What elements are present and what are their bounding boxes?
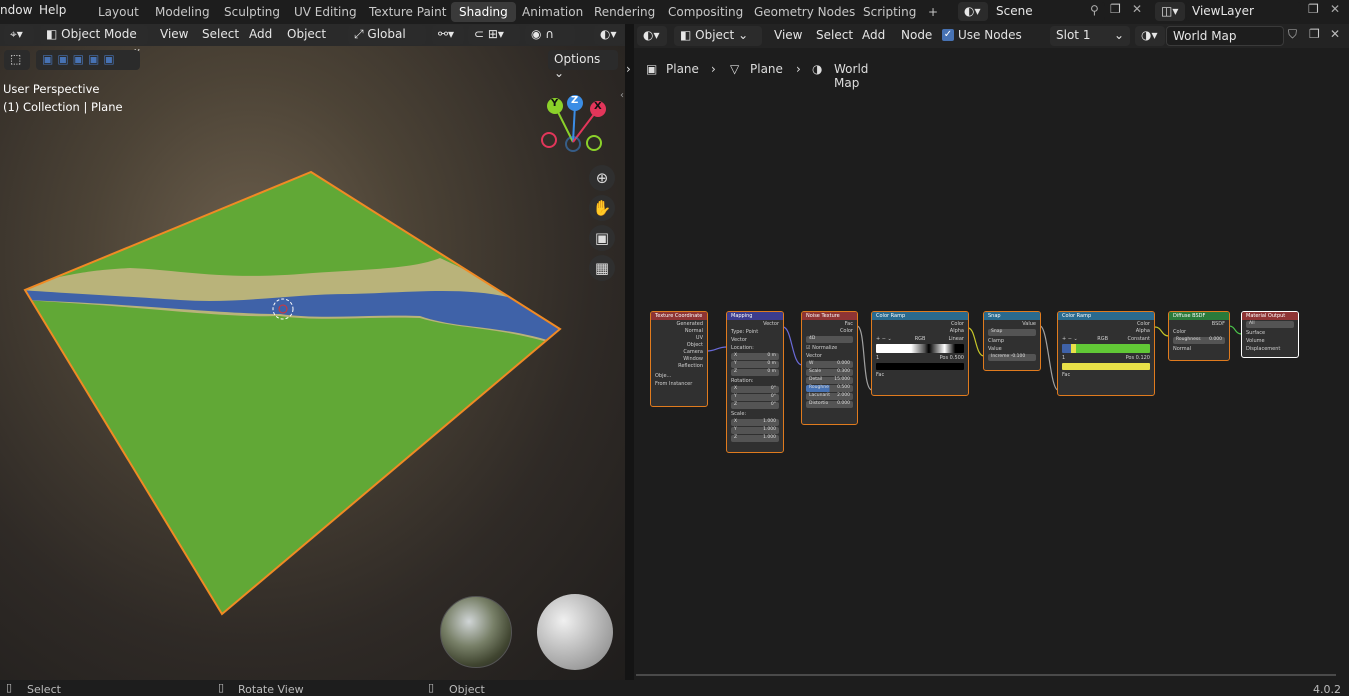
status-rotate-view: Rotate View [238, 683, 304, 696]
input-vector: Vector [806, 353, 822, 359]
input-surface: Surface [1246, 330, 1266, 336]
input-normal: Normal [1173, 346, 1192, 352]
input-scale[interactable]: Scale 0.300 [806, 369, 853, 376]
ramp-stop-row[interactable]: 1 Pos 0.500 [872, 354, 968, 362]
input-vector: Vector [731, 337, 747, 343]
stop-color-swatch[interactable] [876, 363, 964, 370]
node-texture-coordinate[interactable]: Texture Coordinate Generated Normal UV O… [650, 311, 708, 407]
stop-color-swatch[interactable] [1062, 363, 1150, 370]
ramp-controls[interactable]: + − ⌄ RGB Linear [872, 335, 968, 343]
input-color: Color [1173, 329, 1187, 335]
node-diffuse-bsdf[interactable]: Diffuse BSDF BSDF Color Roughness 0.000 N… [1168, 311, 1230, 361]
rotation-y[interactable]: Y 0° [731, 394, 779, 401]
input-detail[interactable]: Detail 15.000 [806, 377, 853, 384]
ramp-controls[interactable]: + − ⌄ RGB Constant [1058, 335, 1154, 343]
node-color-ramp-2[interactable]: Color Ramp Color Alpha + − ⌄ RGB Constan… [1057, 311, 1155, 396]
location-z[interactable]: Z0 m [731, 369, 779, 376]
output-value: Value [1022, 321, 1036, 327]
pos-label: Pos [1125, 355, 1135, 361]
input-roughness[interactable]: Roughness 0.000 [1173, 337, 1225, 344]
output-reflection: Reflection [678, 363, 703, 369]
mouse-left-icon: ▯ [6, 681, 13, 694]
target-dropdown[interactable]: All [1246, 321, 1294, 328]
mouse-right-icon: ▯ [428, 681, 435, 694]
input-displacement: Displacement [1246, 346, 1281, 352]
stop-index[interactable]: 1 [876, 355, 879, 361]
pos-label: Pos [939, 355, 949, 361]
node-title[interactable]: Diffuse BSDF [1169, 312, 1229, 320]
input-roughness[interactable]: Roughne 0.500 [806, 385, 853, 392]
from-instancer-checkbox[interactable]: From Instancer [651, 380, 707, 388]
status-select: Select [27, 683, 61, 696]
ramp-gradient[interactable] [1062, 344, 1150, 353]
ramp-color-mode[interactable]: RGB [915, 336, 926, 342]
input-w[interactable]: W 0.000 [806, 361, 853, 368]
stop-index[interactable]: 1 [1062, 355, 1065, 361]
type-label: Type: [731, 329, 745, 335]
location-label: Location: [731, 345, 754, 351]
operation-dropdown[interactable]: Snap [988, 329, 1036, 336]
ramp-add-remove-icons[interactable]: + − ⌄ [1062, 336, 1078, 342]
node-title[interactable]: Snap [984, 312, 1040, 320]
node-color-ramp-1[interactable]: Color Ramp Color Alpha + − ⌄ RGB Linear … [871, 311, 969, 396]
scale-x[interactable]: X 1.000 [731, 419, 779, 426]
clamp-checkbox[interactable]: Clamp [984, 337, 1040, 345]
ramp-interpolation[interactable]: Linear [948, 336, 964, 342]
output-bsdf: BSDF [1211, 321, 1225, 327]
node-title[interactable]: Texture Coordinate [651, 312, 707, 320]
output-color: Color [839, 328, 853, 334]
normalize-checkbox[interactable]: ☑ Normalize [802, 344, 857, 352]
location-y[interactable]: Y0 m [731, 361, 779, 368]
ramp-stop-row[interactable]: 1 Pos 0.120 [1058, 354, 1154, 362]
ramp-color-mode[interactable]: RGB [1097, 336, 1108, 342]
node-title[interactable]: Color Ramp [872, 312, 968, 320]
scale-y[interactable]: Y 1.000 [731, 427, 779, 434]
node-title[interactable]: Noise Texture [802, 312, 857, 320]
status-bar: ▯ Select ▯ Rotate View ▯ Object 4.0.2 [0, 680, 1349, 696]
node-noise-texture[interactable]: Noise Texture Fac Color 4D ☑ Normalize V… [801, 311, 858, 425]
pos-value[interactable]: 0.500 [950, 355, 964, 361]
normalize-label: Normalize [812, 345, 838, 351]
input-fac: Fac [1062, 372, 1071, 378]
input-fac: Fac [876, 372, 885, 378]
input-value: Value [988, 346, 1002, 352]
rotation-label: Rotation: [731, 378, 754, 384]
ramp-gradient[interactable] [876, 344, 964, 353]
object-field[interactable]: Obje... [651, 372, 707, 380]
output-alpha: Alpha [1135, 328, 1150, 334]
scale-z[interactable]: Z 1.000 [731, 435, 779, 442]
node-title[interactable]: Color Ramp [1058, 312, 1154, 320]
input-volume: Volume [1246, 338, 1265, 344]
output-vector: Vector [763, 321, 779, 327]
input-lacunarity[interactable]: Lacunarit 2.000 [806, 393, 853, 400]
type-value[interactable]: Point [746, 329, 758, 335]
mouse-middle-icon: ▯ [218, 681, 225, 694]
dimensions-dropdown[interactable]: 4D [806, 336, 853, 343]
node-mapping[interactable]: Mapping Vector Type: Point Vector Locati… [726, 311, 784, 453]
scale-label: Scale: [731, 411, 747, 417]
node-title[interactable]: Material Output [1242, 312, 1298, 320]
output-alpha: Alpha [949, 328, 964, 334]
ramp-add-remove-icons[interactable]: + − ⌄ [876, 336, 892, 342]
input-distortion[interactable]: Distortio 0.000 [806, 401, 853, 408]
pos-value[interactable]: 0.120 [1136, 355, 1150, 361]
node-snap[interactable]: Snap Value Snap Clamp Value Increme -0.1… [983, 311, 1041, 371]
type-row[interactable]: Type: Point [727, 328, 783, 336]
rotation-x[interactable]: X 0° [731, 386, 779, 393]
status-object: Object [449, 683, 485, 696]
version-label: 4.0.2 [1313, 683, 1341, 696]
increment-field[interactable]: Increme -0.100 [988, 354, 1036, 361]
horizontal-scrollbar[interactable] [636, 674, 1336, 676]
location-x[interactable]: X0 m [731, 353, 779, 360]
rotation-z[interactable]: Z 0° [731, 402, 779, 409]
ramp-interpolation[interactable]: Constant [1128, 336, 1150, 342]
node-title[interactable]: Mapping [727, 312, 783, 320]
node-material-output[interactable]: Material Output All Surface Volume Displ… [1241, 311, 1299, 358]
